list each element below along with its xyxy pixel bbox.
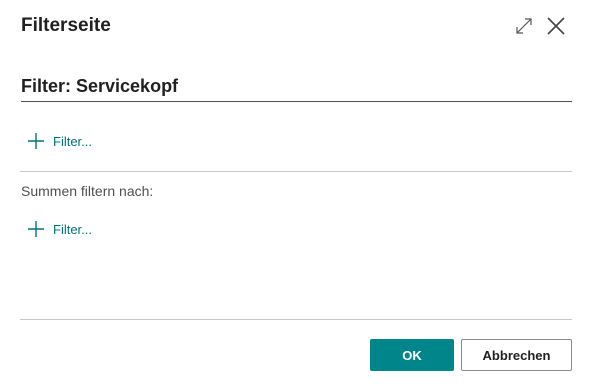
ok-button[interactable]: OK: [370, 339, 454, 371]
expand-button[interactable]: [512, 14, 536, 38]
footer-divider: [20, 319, 572, 320]
dialog-title: Filterseite: [21, 15, 111, 36]
expand-icon: [516, 18, 532, 34]
filter-section-title: Filter: Servicekopf: [21, 76, 572, 102]
filter-dialog: Filterseite Filter: Servicekopf Filter..…: [0, 0, 594, 391]
add-filter-button[interactable]: Filter...: [27, 132, 92, 150]
add-totals-filter-button[interactable]: Filter...: [27, 220, 92, 238]
plus-icon: [28, 133, 44, 149]
add-totals-filter-label: Filter...: [53, 221, 93, 237]
close-button[interactable]: [544, 14, 568, 38]
cancel-button[interactable]: Abbrechen: [461, 339, 572, 371]
close-icon: [547, 17, 565, 35]
plus-icon: [28, 221, 44, 237]
add-filter-label: Filter...: [53, 133, 93, 149]
totals-filter-label: Summen filtern nach:: [21, 183, 154, 199]
section-divider: [20, 171, 572, 172]
